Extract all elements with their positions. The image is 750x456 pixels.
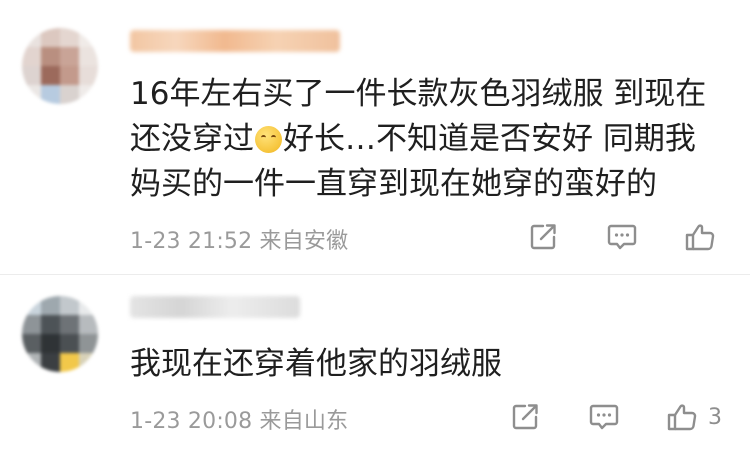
comment-bubble-icon — [607, 224, 637, 250]
username[interactable] — [130, 30, 340, 52]
thumbs-up-icon — [667, 404, 697, 431]
reply-button[interactable] — [606, 222, 638, 252]
comment-text: 16年左右买了一件长款灰色羽绒服 到现在还没穿过 好长…不知道是否安好 同期我妈买… — [130, 72, 720, 207]
comment-text: 我现在还穿着他家的羽绒服 — [130, 346, 502, 382]
comment-location: 来自山东 — [259, 409, 349, 434]
like-count: 3 — [708, 404, 722, 430]
comment-meta: 1-23 21:52 来自安徽 — [130, 223, 348, 255]
repost-button[interactable] — [510, 402, 540, 432]
comment-meta: 1-23 20:08 来自山东 — [130, 403, 348, 435]
comment-item: 16年左右买了一件长款灰色羽绒服 到现在还没穿过 好长…不知道是否安好 同期我妈买… — [0, 0, 750, 270]
reply-button[interactable] — [588, 402, 620, 432]
like-button[interactable]: 3 — [666, 402, 722, 432]
comment-location: 来自安徽 — [259, 229, 349, 254]
avatar[interactable] — [22, 296, 98, 372]
comment-time: 1-23 21:52 — [130, 229, 253, 254]
divider — [0, 274, 750, 275]
repost-button[interactable] — [528, 222, 558, 252]
comment-item: 我现在还穿着他家的羽绒服 1-23 20:08 来自山东 3 — [0, 280, 750, 456]
avatar[interactable] — [22, 28, 98, 104]
comment-bubble-icon — [589, 404, 619, 430]
comment-time: 1-23 20:08 — [130, 409, 253, 434]
share-edit-icon — [512, 404, 538, 430]
share-edit-icon — [530, 224, 556, 250]
like-button[interactable] — [684, 222, 726, 252]
username[interactable] — [130, 296, 300, 318]
sad-face-emoji-icon — [255, 126, 282, 153]
thumbs-up-icon — [685, 224, 715, 251]
